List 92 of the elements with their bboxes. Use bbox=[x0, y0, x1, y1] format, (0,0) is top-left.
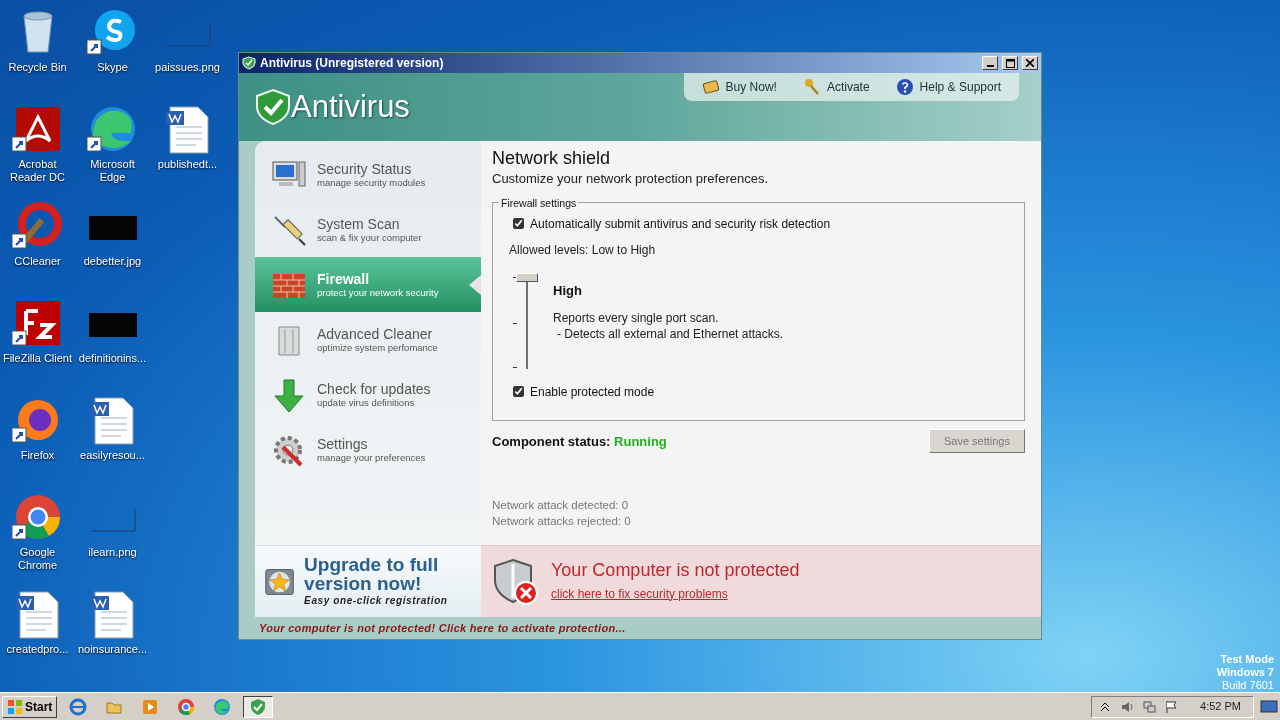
desktop-icon-label[interactable]: Google Chrome bbox=[1, 546, 74, 572]
checkbox-input[interactable] bbox=[513, 218, 524, 229]
header-link[interactable]: Help & Support bbox=[895, 78, 1001, 96]
windows-logo-icon bbox=[7, 698, 23, 715]
level-name: High bbox=[553, 281, 583, 300]
sidebar-item-subtitle: manage your preferences bbox=[317, 451, 426, 464]
app-logo-text: Antivirus bbox=[291, 87, 410, 126]
download-arrow-icon bbox=[271, 377, 307, 412]
flag-icon[interactable] bbox=[1164, 698, 1179, 715]
sidebar-item-title: Settings bbox=[317, 435, 369, 452]
checkbox[interactable]: Automatically submit antivirus and security risk detection bbox=[513, 214, 1010, 233]
maximize-button[interactable] bbox=[1002, 56, 1018, 70]
alert-title: Your Computer is not protected bbox=[551, 558, 800, 581]
sidebar-item-subtitle: scan & fix your computer bbox=[317, 231, 422, 244]
show-desktop-icon[interactable] bbox=[1260, 698, 1278, 715]
close-icon bbox=[1026, 59, 1034, 67]
sidebar-item[interactable]: Settings manage your preferences bbox=[255, 422, 481, 477]
help-icon bbox=[895, 78, 914, 96]
checkbox[interactable]: Enable protected mode bbox=[513, 382, 1010, 401]
clock-text[interactable]: 4:52 PM bbox=[1200, 698, 1241, 715]
browser-icon bbox=[69, 697, 88, 716]
desktop-icon-label[interactable]: Microsoft Edge bbox=[76, 158, 149, 184]
browser-icon bbox=[213, 697, 232, 716]
page-subheading: Customize your network protection preferences. bbox=[492, 170, 769, 188]
sidebar-item[interactable]: Check for updates update virus definitions bbox=[255, 367, 481, 422]
desktop-icon-label[interactable]: publishedt... bbox=[157, 158, 218, 171]
sidebar-item-title: Firewall bbox=[317, 270, 371, 287]
desktop-icon-label[interactable]: CCleaner bbox=[14, 255, 61, 268]
media-player-icon bbox=[141, 697, 160, 716]
desktop-icon-label[interactable]: debetter.jpg bbox=[83, 255, 142, 268]
key-icon bbox=[802, 78, 821, 96]
start-button[interactable]: Start bbox=[2, 695, 58, 718]
brush-icon[interactable] bbox=[11, 200, 64, 252]
box-icon bbox=[701, 78, 720, 96]
sidebar-item-subtitle: update virus definitions bbox=[317, 396, 415, 409]
shield-icon bbox=[249, 697, 268, 716]
desktop-icon-label[interactable]: Acrobat Reader DC bbox=[1, 158, 74, 184]
browser-icon bbox=[177, 697, 196, 716]
level-description: Reports every single port scan. bbox=[553, 310, 720, 326]
close-button[interactable] bbox=[1022, 56, 1038, 70]
shield-logo-icon bbox=[255, 88, 291, 126]
status-bar-text[interactable]: Your computer is not protected! Click here to activate protection... bbox=[259, 619, 626, 637]
checkbox-label: Automatically submit antivirus and security risk detection bbox=[530, 215, 831, 233]
header-link[interactable]: Buy Now! bbox=[701, 78, 777, 96]
slider-track[interactable] bbox=[513, 272, 539, 369]
desktop-icon-label[interactable]: createdpro... bbox=[6, 643, 69, 656]
upgrade-subtitle: Easy one-click registration bbox=[304, 594, 449, 608]
upgrade-title: Upgrade to full version now! bbox=[304, 555, 440, 593]
status-label: Component status: bbox=[492, 433, 612, 449]
os-info-text: Windows 7 bbox=[1216, 666, 1274, 679]
group-legend: Firewall settings bbox=[499, 196, 579, 209]
desktop-icon-label[interactable]: definitionins... bbox=[78, 352, 147, 365]
level-description: - Detects all external and Ethernet attacks. bbox=[556, 326, 784, 342]
sidebar-item-subtitle: manage security modules bbox=[317, 176, 426, 189]
header-link[interactable]: Activate bbox=[802, 78, 870, 96]
taskbar-app-button[interactable] bbox=[243, 695, 274, 718]
status-value: Running bbox=[614, 433, 667, 449]
minimize-button[interactable] bbox=[982, 56, 998, 70]
shield-icon bbox=[242, 56, 256, 70]
sidebar-item-subtitle: optimize system perfomance bbox=[317, 341, 438, 354]
upgrade-banner[interactable]: Upgrade to full version now! Easy one-click registration bbox=[255, 545, 481, 617]
desktop-icon-label[interactable]: ilearn.png bbox=[88, 546, 137, 559]
sidebar-item[interactable]: Advanced Cleaner optimize system perfomance bbox=[255, 312, 481, 367]
desktop-icon-label[interactable]: FileZilla Client bbox=[2, 352, 73, 365]
desktop-icon-label[interactable]: noinsurance... bbox=[77, 643, 148, 656]
desktop-icon-label[interactable]: paissues.png bbox=[155, 61, 220, 74]
slider-thumb[interactable] bbox=[516, 272, 538, 282]
shield-error-icon bbox=[493, 557, 539, 606]
stat-text: Network attacks rejected: 0 bbox=[492, 514, 632, 529]
sidebar-item-title: Advanced Cleaner bbox=[317, 325, 434, 342]
minimize-icon bbox=[986, 65, 994, 67]
page-heading: Network shield bbox=[492, 147, 612, 169]
sidebar-item-title: System Scan bbox=[317, 215, 401, 232]
window-title: Antivirus (Unregistered version) bbox=[260, 55, 444, 72]
checkbox-label: Enable protected mode bbox=[530, 383, 655, 401]
desktop-icon-label[interactable]: Recycle Bin bbox=[8, 61, 67, 74]
desktop-icon-label[interactable]: Firefox bbox=[20, 449, 55, 462]
sidebar-item[interactable]: System Scan scan & fix your computer bbox=[255, 202, 481, 257]
desktop-icon-label[interactable]: Skype bbox=[97, 61, 128, 74]
maximize-icon bbox=[1005, 58, 1015, 68]
fix-problems-link[interactable]: click here to fix security problems bbox=[551, 586, 728, 601]
os-info-text: Build 7601 bbox=[1221, 679, 1274, 692]
sidebar-item[interactable]: Security Status manage security modules bbox=[255, 147, 481, 202]
sidebar-item-subtitle: protect your network security bbox=[317, 286, 439, 299]
sidebar-item-title: Check for updates bbox=[317, 380, 431, 397]
allowed-levels-text: Allowed levels: Low to High bbox=[509, 241, 657, 259]
os-info-text: Test Mode bbox=[1219, 653, 1274, 666]
sidebar-item-title: Security Status bbox=[317, 160, 413, 177]
network-icon[interactable] bbox=[1142, 698, 1157, 715]
checkbox-input[interactable] bbox=[513, 386, 524, 397]
desktop-icon-label[interactable]: easilyresou... bbox=[80, 449, 145, 462]
stat-text: Network attack detected: 0 bbox=[492, 498, 630, 513]
